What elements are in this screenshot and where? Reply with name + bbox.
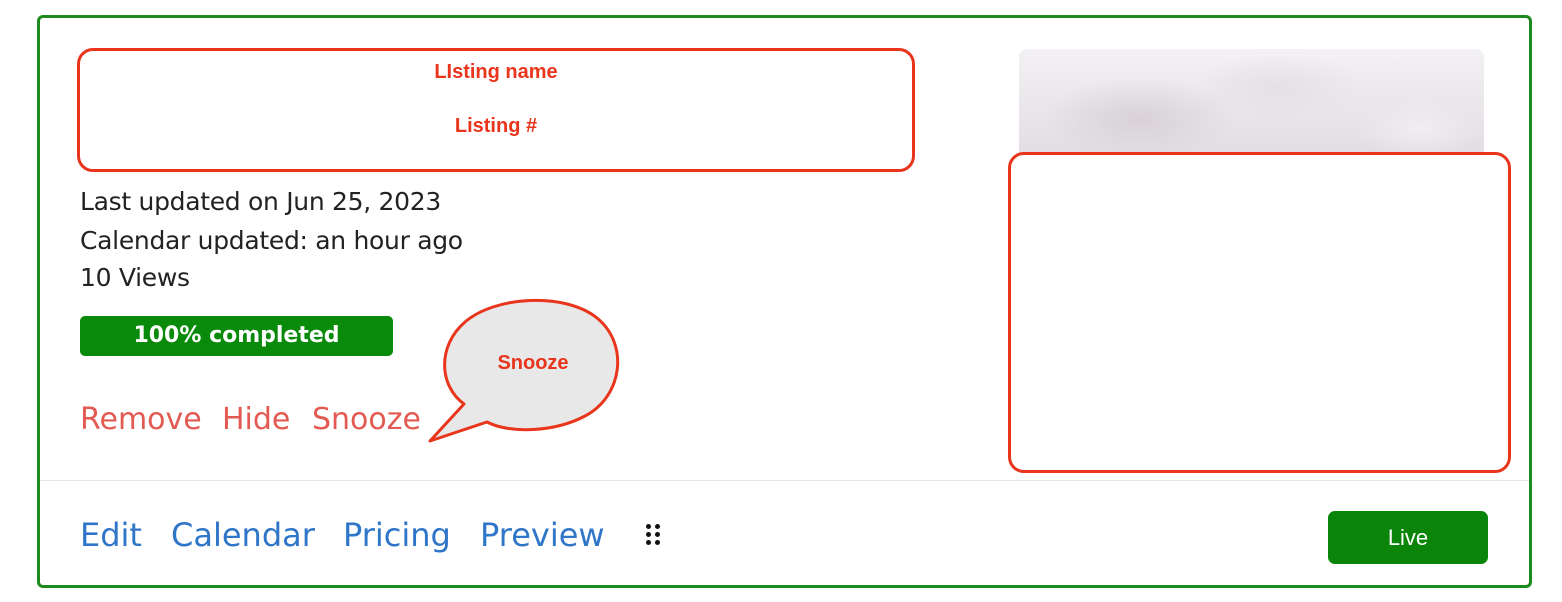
listing-title-annotation-box: LIsting name Listing # [77,48,915,172]
calendar-updated-text: Calendar updated: an hour ago [80,226,463,255]
snooze-link[interactable]: Snooze [312,402,421,437]
last-updated-text: Last updated on Jun 25, 2023 [80,187,441,216]
live-status-button[interactable]: Live [1328,511,1488,564]
listing-name-annotation: LIsting name [434,61,558,83]
card-divider [40,480,1529,481]
pricing-link[interactable]: Pricing [343,516,451,554]
remove-link[interactable]: Remove [80,402,202,437]
listing-photo-annotation-box [1008,152,1511,473]
listing-number-annotation: Listing # [454,115,538,137]
views-count: 10 Views [80,263,190,292]
calendar-link[interactable]: Calendar [171,516,315,554]
completion-progress-label: 100% completed [133,323,340,348]
preview-link[interactable]: Preview [480,516,605,554]
hide-link[interactable]: Hide [222,402,290,437]
drag-dots-icon[interactable] [646,524,662,546]
completion-progress-bar: 100% completed [80,316,393,356]
edit-link[interactable]: Edit [80,516,142,554]
listing-photo[interactable] [1019,49,1484,155]
snooze-callout-text: Snooze [497,352,569,374]
